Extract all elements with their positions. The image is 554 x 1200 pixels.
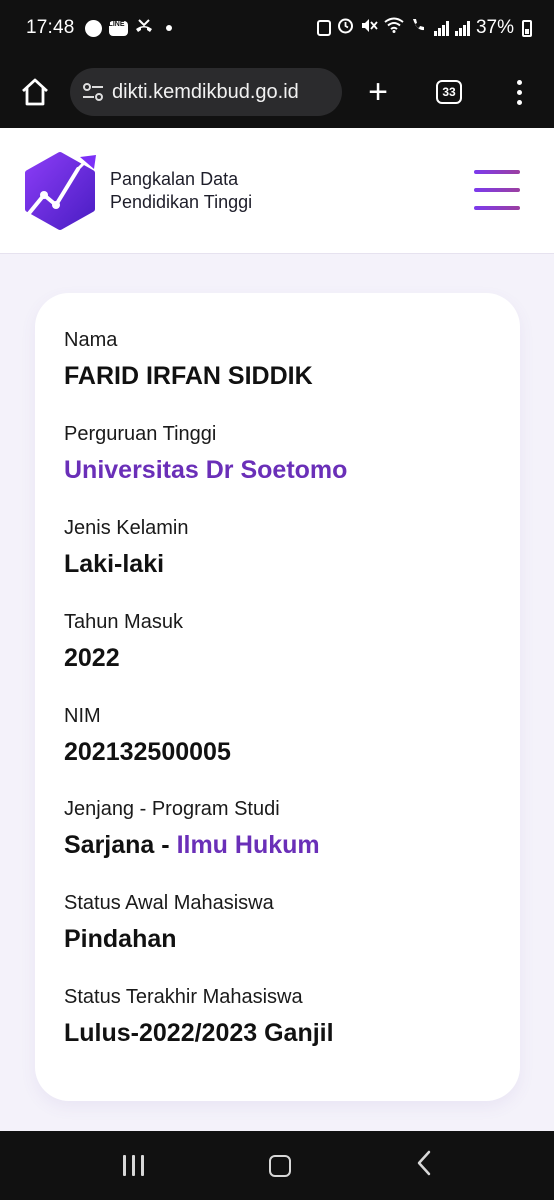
program-studi-link[interactable]: Ilmu Hukum: [177, 831, 320, 859]
field-status-awal: Status Awal Mahasiswa Pindahan: [64, 890, 274, 957]
field-jenjang-program-studi: Jenjang - Program Studi Sarjana - Ilmu H…: [64, 796, 320, 863]
field-status-terakhir: Status Terakhir Mahasiswa Lulus-2022/202…: [64, 984, 334, 1051]
system-navigation-bar: [0, 1131, 554, 1200]
site-settings-icon[interactable]: [82, 82, 104, 102]
field-nama: Nama FARID IRFAN SIDDIK: [64, 327, 313, 394]
back-button[interactable]: [416, 1150, 432, 1181]
line-app-icon: LINE: [108, 20, 128, 36]
student-detail-card: Nama FARID IRFAN SIDDIK Perguruan Tinggi…: [35, 293, 520, 1101]
status-time: 17:48: [26, 17, 75, 38]
home-nav-button[interactable]: [268, 1154, 291, 1177]
field-value: FARID IRFAN SIDDIK: [64, 362, 313, 390]
menu-dot: [516, 79, 522, 85]
battery-percent: 37%: [475, 17, 514, 38]
signal-icon-2: [454, 20, 470, 36]
field-nim: NIM 202132500005: [64, 703, 231, 770]
recents-icon-bar: [131, 1155, 135, 1176]
tab-count: 33: [436, 80, 462, 104]
alarm-icon: [337, 17, 354, 40]
university-link[interactable]: Universitas Dr Soetomo: [64, 452, 347, 488]
brand-line-2: Pendidikan Tinggi: [110, 191, 253, 212]
signal-icon-1: [433, 20, 449, 36]
recents-button[interactable]: [122, 1155, 144, 1176]
wifi-icon: [384, 17, 404, 39]
tab-switcher-button[interactable]: 33: [414, 56, 484, 128]
field-jenis-kelamin: Jenis Kelamin Laki-laki: [64, 515, 189, 582]
missed-call-icon: [135, 18, 153, 39]
more-notifications-dot: [165, 25, 172, 31]
field-value: Sarjana - Ilmu Hukum: [64, 827, 320, 863]
menu-dot: [516, 99, 522, 105]
status-system-icons: 37%: [316, 17, 532, 40]
field-label: Status Awal Mahasiswa: [64, 892, 274, 914]
jenjang-text: Sarjana -: [64, 831, 177, 859]
soccer-icon: [84, 19, 102, 37]
field-value: Laki-laki: [64, 550, 165, 578]
field-label: Jenis Kelamin: [64, 517, 189, 539]
status-bar: 17:48 LINE 37%: [0, 0, 554, 56]
home-button[interactable]: [0, 56, 70, 128]
field-value: 2022: [64, 644, 120, 672]
field-label: Status Terakhir Mahasiswa: [64, 986, 303, 1008]
field-label: Perguruan Tinggi: [64, 423, 217, 445]
battery-icon: [522, 19, 532, 37]
field-label: Nama: [64, 329, 118, 351]
back-icon: [417, 1150, 430, 1176]
field-perguruan-tinggi: Perguruan Tinggi Universitas Dr Soetomo: [64, 421, 347, 488]
field-label: Jenjang - Program Studi: [64, 798, 280, 820]
field-value: 202132500005: [64, 738, 231, 766]
recents-icon-bar: [122, 1155, 126, 1176]
status-notification-icons: LINE: [84, 18, 172, 39]
browser-menu-button[interactable]: [484, 56, 554, 128]
home-icon: [22, 78, 48, 106]
field-tahun-masuk: Tahun Masuk 2022: [64, 609, 183, 676]
mute-icon: [360, 17, 378, 40]
brand-line-1: Pangkalan Data: [110, 168, 239, 189]
url-text: dikti.kemdikbud.go.id: [112, 80, 299, 103]
menu-dot: [516, 89, 522, 95]
browser-toolbar: dikti.kemdikbud.go.id + 33: [0, 56, 554, 128]
hamburger-menu-button[interactable]: [474, 170, 520, 210]
brand-name[interactable]: Pangkalan Data Pendidikan Tinggi: [110, 168, 252, 214]
site-header: Pangkalan Data Pendidikan Tinggi: [0, 128, 554, 254]
field-value: Pindahan: [64, 925, 177, 953]
wifi-call-icon: [410, 17, 428, 39]
hamburger-line: [474, 206, 520, 210]
address-bar[interactable]: dikti.kemdikbud.go.id: [70, 68, 342, 116]
nfc-icon: [316, 20, 331, 36]
recents-icon-bar: [140, 1155, 144, 1176]
field-label: Tahun Masuk: [64, 611, 183, 633]
pddikti-logo-icon[interactable]: [22, 151, 98, 231]
field-value: Lulus-2022/2023 Ganjil: [64, 1019, 334, 1047]
new-tab-button[interactable]: +: [342, 56, 414, 128]
field-label: NIM: [64, 705, 101, 727]
hamburger-line: [474, 188, 520, 192]
hamburger-line: [474, 170, 520, 174]
